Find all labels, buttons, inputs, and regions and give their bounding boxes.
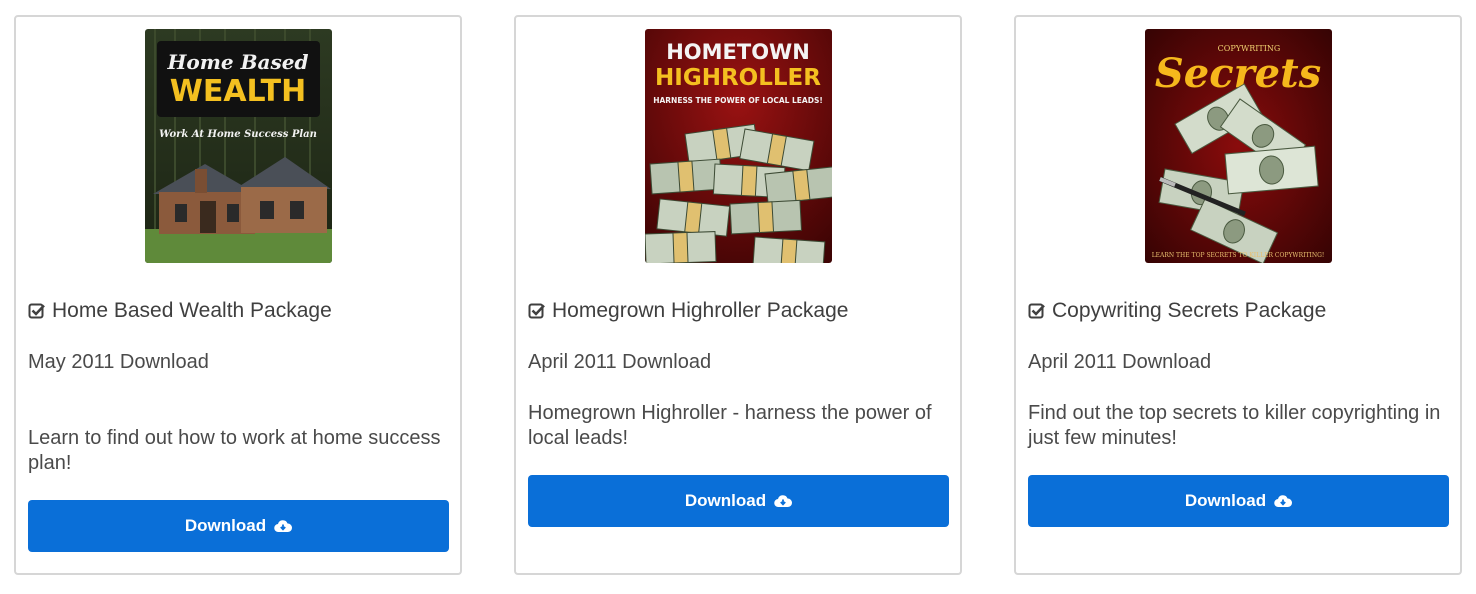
product-date: April 2011 Download bbox=[1028, 351, 1212, 373]
product-cover-image: Home Based WEALTH Work At Home Success P… bbox=[145, 29, 332, 263]
product-card: HOMETOWN HIGHROLLER HARNESS THE POWER OF… bbox=[514, 15, 962, 575]
cloud-download-icon bbox=[1274, 495, 1293, 508]
cover-line2: HIGHROLLER bbox=[655, 65, 821, 91]
cover-line1: HOMETOWN bbox=[666, 40, 810, 64]
product-date: May 2011 Download bbox=[28, 351, 209, 373]
product-cover-image: HOMETOWN HIGHROLLER HARNESS THE POWER OF… bbox=[645, 29, 832, 263]
check-square-icon bbox=[1028, 303, 1045, 319]
cover-line2: WEALTH bbox=[170, 74, 307, 109]
product-title: Home Based Wealth Package bbox=[28, 299, 332, 323]
product-title-text: Copywriting Secrets Package bbox=[1052, 299, 1327, 322]
product-title-text: Home Based Wealth Package bbox=[52, 299, 332, 322]
download-button-label: Download bbox=[1184, 491, 1267, 510]
product-description: Find out the top secrets to killer copyr… bbox=[1028, 402, 1441, 449]
product-description: Homegrown Highroller - harness the power… bbox=[528, 402, 932, 449]
download-button[interactable]: Download bbox=[528, 475, 949, 527]
product-cover-image: COPYWRITING Secrets LEARN THE TOP SECRET… bbox=[1145, 29, 1332, 263]
product-title: Homegrown Highroller Package bbox=[528, 299, 848, 323]
product-title-text: Homegrown Highroller Package bbox=[552, 299, 849, 322]
cloud-download-icon bbox=[774, 495, 793, 508]
product-card: COPYWRITING Secrets LEARN THE TOP SECRET… bbox=[1014, 15, 1462, 575]
check-square-icon bbox=[28, 303, 45, 319]
cloud-download-icon bbox=[274, 520, 293, 533]
download-button[interactable]: Download bbox=[1028, 475, 1449, 527]
check-square-icon bbox=[528, 303, 545, 319]
product-date: April 2011 Download bbox=[528, 351, 712, 373]
download-button[interactable]: Download bbox=[28, 500, 449, 552]
product-card: Home Based WEALTH Work At Home Success P… bbox=[14, 15, 462, 575]
cover-line3: LEARN THE TOP SECRETS TO KILLER COPYWRIT… bbox=[1152, 252, 1325, 259]
product-description: Learn to find out how to work at home su… bbox=[28, 427, 441, 474]
download-button-label: Download bbox=[184, 516, 267, 535]
download-button-label: Download bbox=[684, 491, 767, 510]
cover-line1: Home Based bbox=[167, 50, 309, 74]
product-grid: Home Based WEALTH Work At Home Success P… bbox=[0, 0, 1476, 594]
cover-line3: HARNESS THE POWER OF LOCAL LEADS! bbox=[653, 96, 823, 105]
cover-line3: Work At Home Success Plan bbox=[159, 129, 317, 140]
product-title: Copywriting Secrets Package bbox=[1028, 299, 1326, 323]
